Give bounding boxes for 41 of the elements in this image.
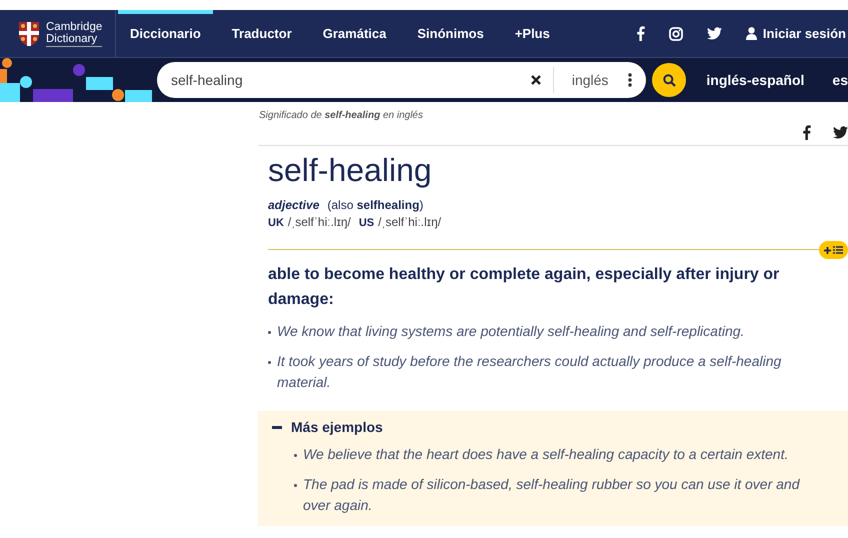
add-to-list-button[interactable] <box>819 241 848 259</box>
search-icon <box>662 74 676 86</box>
collapse-icon[interactable] <box>272 426 282 428</box>
instagram-icon[interactable] <box>668 26 683 40</box>
search-button[interactable] <box>652 63 686 97</box>
bullet-icon <box>294 484 297 487</box>
bullet-icon <box>268 331 271 334</box>
user-icon <box>746 27 757 40</box>
login-link[interactable]: Iniciar sesión <box>746 26 846 41</box>
part-of-speech: adjective <box>268 198 320 212</box>
more-options-icon[interactable] <box>628 73 632 87</box>
nav-tab[interactable]: +Plus <box>502 10 562 57</box>
breadcrumb: Significado de self-healing en inglés <box>259 110 424 121</box>
facebook-icon[interactable] <box>636 26 645 41</box>
crest-icon[interactable] <box>18 20 40 46</box>
logo-text[interactable]: Cambridge Dictionary <box>46 20 102 46</box>
nav-tab[interactable]: Traductor <box>220 10 304 57</box>
example-sentence: We know that living systems are potentially self-healing and self-replicating. <box>277 322 744 341</box>
example-sentence: The pad is made of silicon-based, self-healing rubber so you can use it over and over again. <box>303 475 801 515</box>
facebook-icon[interactable] <box>802 125 811 140</box>
plus-icon <box>824 246 831 254</box>
list-icon <box>833 246 843 254</box>
language-selector[interactable]: inglés <box>572 72 608 88</box>
variant-note: (also selfhealing) <box>327 198 424 212</box>
pronunciation: US /ˌselfˈhiː.lɪŋ/ <box>358 215 442 229</box>
nav-tab[interactable]: Gramática <box>310 10 398 57</box>
headword: self-healing <box>268 152 433 188</box>
pronunciation: UK /ˌselfˈhiː.lɪŋ/ <box>268 215 351 229</box>
twitter-icon[interactable] <box>706 27 722 40</box>
dictionary-link[interactable]: es <box>832 72 848 88</box>
example-sentence: It took years of study before the researchers could actually produce a self-healing material. <box>277 352 782 392</box>
bullet-icon <box>268 361 271 364</box>
more-examples-title[interactable]: Más ejemplos <box>291 419 383 435</box>
example-sentence: We believe that the heart does have a self-healing capacity to a certain extent. <box>303 445 788 464</box>
definition: able to become healthy or complete again, especially after injury or damage: <box>268 265 780 310</box>
twitter-icon[interactable] <box>833 126 848 139</box>
nav-tab[interactable]: Sinónimos <box>405 10 496 57</box>
bullet-icon <box>294 454 297 457</box>
clear-icon[interactable] <box>530 75 541 85</box>
dictionary-link[interactable]: inglés-español <box>706 72 804 88</box>
search-field[interactable]: self-healing inglés <box>157 62 646 98</box>
